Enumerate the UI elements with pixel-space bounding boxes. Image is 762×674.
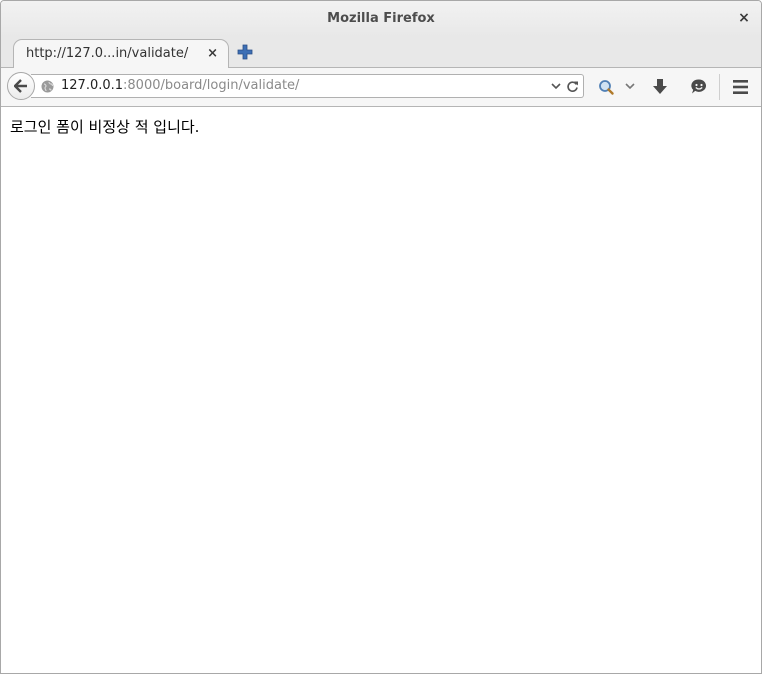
url-bar[interactable]: 127.0.0.1:8000/board/login/validate/: [31, 74, 584, 98]
globe-icon: [41, 80, 54, 93]
plus-icon: [237, 44, 253, 60]
back-button[interactable]: [7, 72, 35, 100]
window-title: Mozilla Firefox: [327, 11, 435, 26]
title-bar: Mozilla Firefox ×: [1, 1, 761, 37]
reload-icon[interactable]: [566, 80, 579, 93]
tab-strip: http://127.0...in/validate/ ×: [1, 37, 761, 68]
magnifier-icon: [599, 80, 635, 95]
arrow-left-icon: [14, 79, 27, 93]
hamburger-icon: [733, 80, 748, 94]
url-path: :8000/board/login/validate/: [123, 78, 300, 93]
download-arrow-icon: [653, 79, 667, 94]
navigation-toolbar: 127.0.0.1:8000/board/login/validate/: [1, 68, 761, 107]
tab-title: http://127.0...in/validate/: [26, 46, 189, 61]
page-message: 로그인 폼이 비정상 적 입니다.: [10, 118, 200, 136]
tab-active[interactable]: http://127.0...in/validate/ ×: [13, 39, 229, 68]
smiley-icon: [691, 79, 707, 94]
new-tab-button[interactable]: [237, 44, 253, 60]
download-button[interactable]: [652, 78, 668, 96]
menu-button[interactable]: [732, 79, 749, 95]
chevron-down-icon[interactable]: [551, 81, 561, 91]
url-text[interactable]: 127.0.0.1:8000/board/login/validate/: [61, 78, 299, 93]
social-button[interactable]: [690, 78, 708, 96]
url-host: 127.0.0.1: [61, 78, 124, 93]
toolbar-separator: [719, 74, 720, 100]
page-content: 로그인 폼이 비정상 적 입니다.: [1, 107, 761, 673]
search-button[interactable]: [597, 78, 639, 96]
browser-window: Mozilla Firefox × http://127.0...in/vali…: [0, 0, 762, 674]
tab-close-button[interactable]: ×: [207, 46, 218, 61]
window-close-button[interactable]: ×: [737, 10, 751, 26]
